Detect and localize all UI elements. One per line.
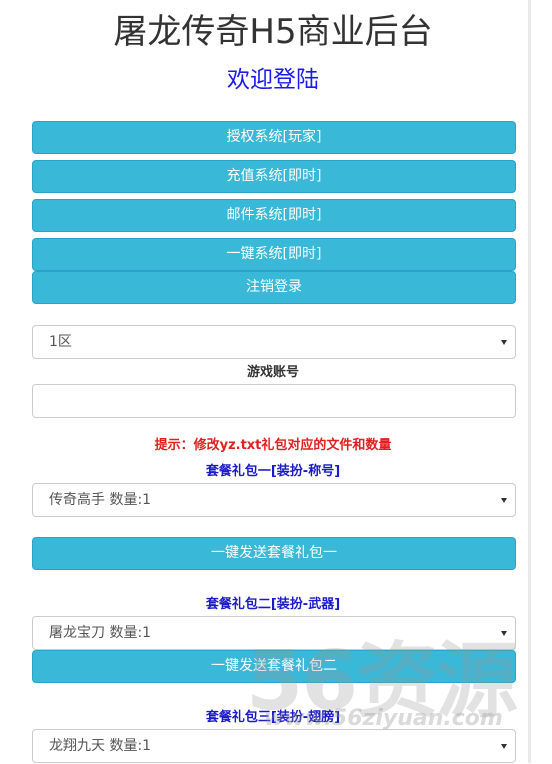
package-1-select-value: 传奇高手 数量:1 (49, 492, 152, 508)
recharge-system-button[interactable]: 充值系统[即时] (32, 160, 516, 193)
package-2-title: 套餐礼包二[装扮-武器] (205, 597, 341, 612)
server-select[interactable]: 1区 (32, 325, 516, 359)
account-label: 游戏账号 (246, 365, 299, 380)
welcome-subtitle: 欢迎登陆 (227, 67, 319, 93)
package-1-select[interactable]: 传奇高手 数量:1 (32, 483, 516, 517)
logout-button[interactable]: 注销登录 (32, 271, 516, 304)
server-select-value: 1区 (49, 334, 72, 350)
caret-down-icon (501, 631, 507, 636)
page-scrollbar[interactable] (528, 0, 531, 763)
package-1-title: 套餐礼包一[装扮-称号] (205, 464, 341, 479)
mail-system-button[interactable]: 邮件系统[即时] (32, 199, 516, 232)
package-2-select-value: 屠龙宝刀 数量:1 (49, 625, 152, 641)
package-3-select[interactable]: 龙翔九天 数量:1 (32, 729, 516, 763)
send-package-1-button[interactable]: 一键发送套餐礼包一 (32, 537, 516, 570)
send-package-2-button[interactable]: 一键发送套餐礼包二 (32, 650, 516, 683)
one-click-system-button[interactable]: 一键系统[即时] (32, 238, 516, 271)
package-3-title: 套餐礼包三[装扮-翅膀] (205, 710, 341, 725)
caret-down-icon (501, 744, 507, 749)
auth-system-button[interactable]: 授权系统[玩家] (32, 121, 516, 154)
caret-down-icon (501, 498, 507, 503)
caret-down-icon (501, 340, 507, 345)
package-3-select-value: 龙翔九天 数量:1 (49, 738, 152, 754)
page-title: 屠龙传奇H5商业后台 (113, 12, 433, 52)
hint-text: 提示：修改yz.txt礼包对应的文件和数量 (154, 438, 392, 453)
account-input[interactable] (32, 384, 516, 418)
package-2-select[interactable]: 屠龙宝刀 数量:1 (32, 616, 516, 650)
